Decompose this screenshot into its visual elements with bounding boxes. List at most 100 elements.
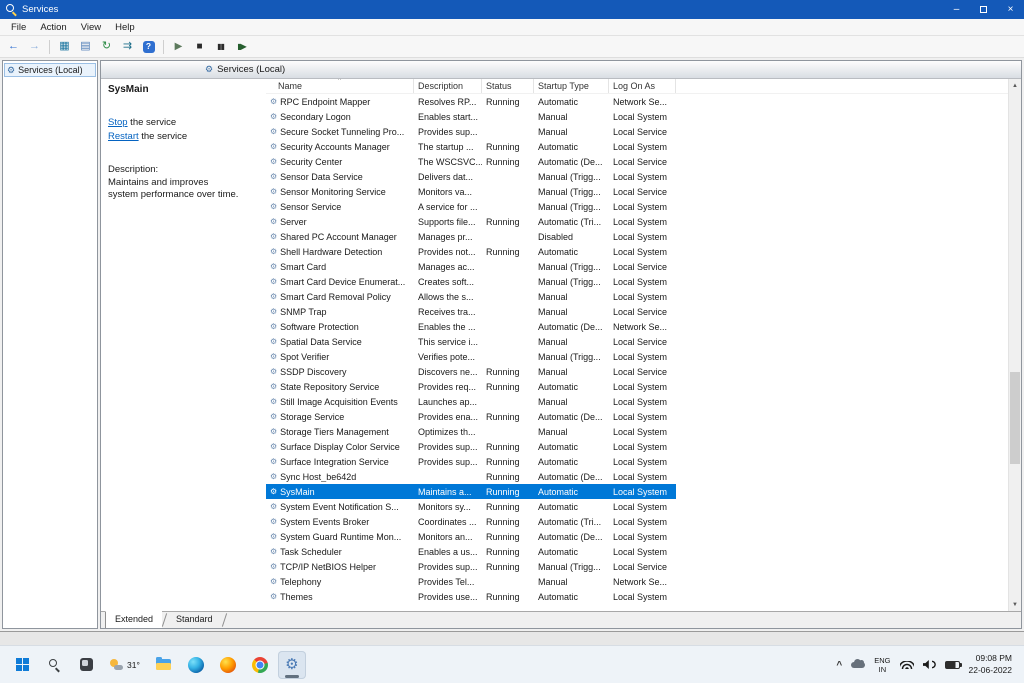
language-indicator[interactable]: ENGIN xyxy=(874,656,890,674)
close-button[interactable]: × xyxy=(997,0,1024,19)
tree-item-services-local[interactable]: ⚙ Services (Local) xyxy=(4,63,96,77)
cell-startup: Manual xyxy=(534,307,609,317)
table-row[interactable]: ⚙Smart CardManages ac...Manual (Trigg...… xyxy=(266,259,676,274)
back-button[interactable]: ← xyxy=(4,38,23,56)
table-row[interactable]: ⚙TelephonyProvides Tel...ManualNetwork S… xyxy=(266,574,676,589)
clock[interactable]: 09:08 PM22-06-2022 xyxy=(969,653,1012,675)
restart-service-link[interactable]: Restart xyxy=(108,131,139,142)
cell-startup: Manual xyxy=(534,397,609,407)
column-header-startup-type[interactable]: Startup Type xyxy=(534,79,609,93)
menu-file[interactable]: File xyxy=(4,21,33,34)
table-row[interactable]: ⚙Smart Card Removal PolicyAllows the s..… xyxy=(266,289,676,304)
table-row[interactable]: ⚙Storage Tiers ManagementOptimizes th...… xyxy=(266,424,676,439)
services-taskbar-button[interactable]: ⚙ xyxy=(278,651,306,679)
scroll-up-icon[interactable]: ▲ xyxy=(1009,79,1021,92)
table-row[interactable]: ⚙RPC Endpoint MapperResolves RP...Runnin… xyxy=(266,94,676,109)
tab-standard[interactable]: Standard xyxy=(167,612,222,628)
column-header-name[interactable]: ^Name xyxy=(266,79,414,93)
table-row[interactable]: ⚙System Events BrokerCoordinates ...Runn… xyxy=(266,514,676,529)
table-row[interactable]: ⚙SSDP DiscoveryDiscovers ne...RunningMan… xyxy=(266,364,676,379)
scrollbar-thumb[interactable] xyxy=(1010,372,1020,464)
forward-button[interactable]: → xyxy=(25,38,44,56)
edge-button[interactable] xyxy=(182,651,210,679)
table-row[interactable]: ⚙Secondary LogonEnables start...ManualLo… xyxy=(266,109,676,124)
firefox-button[interactable] xyxy=(214,651,242,679)
help-button[interactable]: ? xyxy=(139,38,158,56)
pane-header-title: Services (Local) xyxy=(217,64,285,75)
column-header-status[interactable]: Status xyxy=(482,79,534,93)
column-header-log-on-as[interactable]: Log On As xyxy=(609,79,676,93)
onedrive-cloud-icon[interactable] xyxy=(851,662,865,668)
cell-startup: Automatic xyxy=(534,442,609,452)
cell-startup: Automatic xyxy=(534,487,609,497)
restart-service-suffix: the service xyxy=(139,131,188,142)
cell-logon: Local System xyxy=(609,442,676,452)
table-row[interactable]: ⚙Storage ServiceProvides ena...RunningAu… xyxy=(266,409,676,424)
cell-desc: Monitors va... xyxy=(414,187,482,197)
services-list: ^Name Description Status Startup Type Lo… xyxy=(266,79,1008,611)
table-row[interactable]: ⚙SysMainMaintains a...RunningAutomaticLo… xyxy=(266,484,676,499)
battery-icon[interactable] xyxy=(945,661,960,669)
column-header-description[interactable]: Description xyxy=(414,79,482,93)
table-row[interactable]: ⚙Sensor Data ServiceDelivers dat...Manua… xyxy=(266,169,676,184)
weather-widget[interactable]: 31° xyxy=(104,651,146,679)
properties-button[interactable]: ▤ xyxy=(76,38,95,56)
vertical-scrollbar[interactable]: ▲ ▼ xyxy=(1008,79,1021,611)
table-row[interactable]: ⚙Sync Host_be642dRunningAutomatic (De...… xyxy=(266,469,676,484)
volume-icon[interactable] xyxy=(923,660,936,669)
show-console-tree-button[interactable]: ▦ xyxy=(55,38,74,56)
table-row[interactable]: ⚙Surface Display Color ServiceProvides s… xyxy=(266,439,676,454)
scroll-down-icon[interactable]: ▼ xyxy=(1009,598,1021,611)
menu-action[interactable]: Action xyxy=(33,21,73,34)
table-row[interactable]: ⚙System Guard Runtime Mon...Monitors an.… xyxy=(266,529,676,544)
restart-service-button[interactable]: ▮▶ xyxy=(232,38,251,56)
table-row[interactable]: ⚙Spot VerifierVerifies pote...Manual (Tr… xyxy=(266,349,676,364)
table-row[interactable]: ⚙Task SchedulerEnables a us...RunningAut… xyxy=(266,544,676,559)
task-view-button[interactable] xyxy=(72,651,100,679)
tab-divider xyxy=(221,613,226,627)
table-row[interactable]: ⚙Spatial Data ServiceThis service i...Ma… xyxy=(266,334,676,349)
table-row[interactable]: ⚙Sensor ServiceA service for ...Manual (… xyxy=(266,199,676,214)
table-row[interactable]: ⚙Security Accounts ManagerThe startup ..… xyxy=(266,139,676,154)
stop-service-link[interactable]: Stop xyxy=(108,117,128,128)
menu-help[interactable]: Help xyxy=(108,21,142,34)
table-row[interactable]: ⚙Smart Card Device Enumerat...Creates so… xyxy=(266,274,676,289)
cell-logon: Network Se... xyxy=(609,97,676,107)
minimize-button[interactable]: – xyxy=(943,0,970,19)
table-row[interactable]: ⚙SNMP TrapReceives tra...ManualLocal Ser… xyxy=(266,304,676,319)
table-row[interactable]: ⚙ThemesProvides use...RunningAutomaticLo… xyxy=(266,589,676,604)
table-row[interactable]: ⚙State Repository ServiceProvides req...… xyxy=(266,379,676,394)
table-row[interactable]: ⚙Secure Socket Tunneling Pro...Provides … xyxy=(266,124,676,139)
chrome-button[interactable] xyxy=(246,651,274,679)
table-row[interactable]: ⚙Still Image Acquisition EventsLaunches … xyxy=(266,394,676,409)
table-row[interactable]: ⚙Surface Integration ServiceProvides sup… xyxy=(266,454,676,469)
stop-service-button[interactable]: ■ xyxy=(190,38,209,56)
taskbar-search-button[interactable] xyxy=(40,651,68,679)
tab-extended[interactable]: Extended xyxy=(105,611,162,628)
start-button[interactable] xyxy=(8,651,36,679)
start-service-button[interactable]: ▶ xyxy=(169,38,188,56)
table-row[interactable]: ⚙TCP/IP NetBIOS HelperProvides sup...Run… xyxy=(266,559,676,574)
cell-desc: Creates soft... xyxy=(414,277,482,287)
table-row[interactable]: ⚙Security CenterThe WSCSVC...RunningAuto… xyxy=(266,154,676,169)
service-gear-icon: ⚙ xyxy=(270,323,277,331)
table-row[interactable]: ⚙Software ProtectionEnables the ...Autom… xyxy=(266,319,676,334)
language-line2: IN xyxy=(879,665,887,674)
pane-header-gear-icon: ⚙ xyxy=(205,65,213,74)
wifi-icon[interactable] xyxy=(900,661,914,669)
table-row[interactable]: ⚙Shell Hardware DetectionProvides not...… xyxy=(266,244,676,259)
table-row[interactable]: ⚙Shared PC Account ManagerManages pr...D… xyxy=(266,229,676,244)
file-explorer-button[interactable] xyxy=(150,651,178,679)
table-row[interactable]: ⚙Sensor Monitoring ServiceMonitors va...… xyxy=(266,184,676,199)
hidden-icons-chevron[interactable]: ^ xyxy=(836,660,842,671)
pause-service-button[interactable]: ▮▮ xyxy=(211,38,230,56)
table-row[interactable]: ⚙System Event Notification S...Monitors … xyxy=(266,499,676,514)
maximize-button[interactable] xyxy=(970,0,997,19)
menu-view[interactable]: View xyxy=(74,21,108,34)
refresh-button[interactable]: ↻ xyxy=(97,38,116,56)
cell-desc: Supports file... xyxy=(414,217,482,227)
export-list-button[interactable]: ⇉ xyxy=(118,38,137,56)
cell-name: ⚙State Repository Service xyxy=(266,382,414,392)
cell-startup: Manual xyxy=(534,127,609,137)
table-row[interactable]: ⚙ServerSupports file...RunningAutomatic … xyxy=(266,214,676,229)
